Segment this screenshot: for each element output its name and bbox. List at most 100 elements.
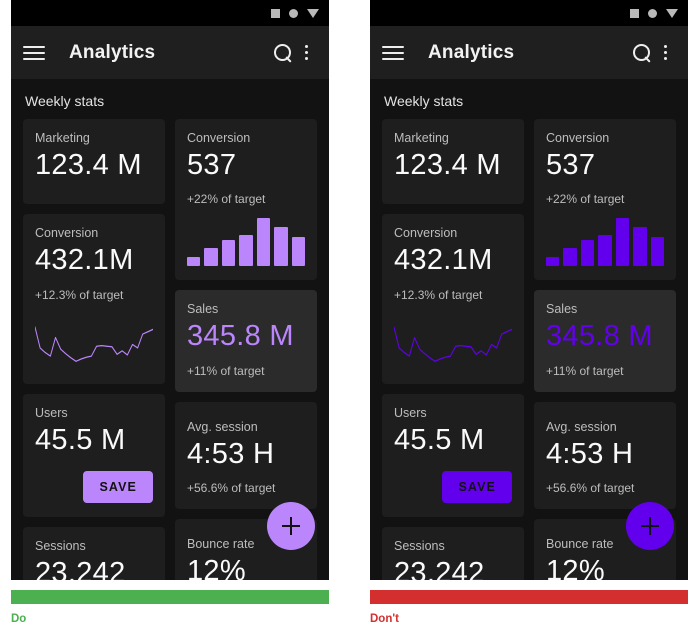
card-value: 23,242 [394,557,485,580]
bar-chart-bar [221,240,236,267]
card-sales: Sales 345.8 M +11% of target [534,290,676,392]
hamburger-menu-icon[interactable] [23,45,45,60]
bar-chart-bar [615,218,630,267]
verdict-bar [370,590,688,604]
card-users: Users 45.5 M SAVE [382,393,524,518]
card-value: 12% [187,555,246,580]
bar-chart-bar [598,234,612,267]
card-label: Users [35,405,68,420]
save-button[interactable]: SAVE [442,471,512,504]
card-conversion_l: Conversion 432.1M +12.3% of target [382,214,524,384]
plus-icon [641,517,659,535]
card-label: Avg. session [187,419,258,434]
card-subtext: +22% of target [187,192,266,207]
app-bar: Analytics [370,26,688,79]
comparison-board: Analytics Weekly stats Marketing 123.4 M Con… [0,0,698,640]
status-bar [11,0,329,26]
card-value: 537 [187,149,237,181]
phone-screen: Analytics Weekly stats Marketing 123.4 M Con… [370,0,688,580]
card-label: Sales [546,302,578,317]
circle-icon [648,8,657,18]
card-marketing: Marketing 123.4 M [382,119,524,205]
search-icon[interactable] [630,41,654,65]
card-label: Conversion [187,131,251,145]
phone-panel-dont: Analytics Weekly stats Marketing 123.4 M Con… [370,0,698,625]
bar-chart-bar [204,248,218,267]
square-icon [630,8,639,18]
card-subtext: +12.3% of target [35,287,124,302]
save-button[interactable]: SAVE [83,471,153,504]
bar-chart-bar [239,234,253,267]
triangle-down-icon [666,8,678,18]
app-bar: Analytics [11,26,329,79]
card-value: 123.4 M [35,149,142,181]
card-value: 4:53 H [546,437,634,470]
card-value: 4:53 H [187,437,275,470]
card-label: Sessions [35,539,86,554]
card-value: 12% [546,555,605,580]
circle-icon [289,8,298,18]
card-sales: Sales 345.8 M +11% of target [175,290,317,392]
status-bar [370,0,688,26]
save-button-row: SAVE [35,471,153,504]
card-label: Conversion [35,226,99,241]
card-marketing: Marketing 123.4 M [23,119,165,205]
card-label: Sessions [394,539,445,554]
card-value: 432.1M [35,244,134,277]
bar-chart [546,218,664,267]
phone-panel-do: Analytics Weekly stats Marketing 123.4 M Con… [11,0,349,625]
bar-chart-bar [580,240,595,267]
bar-chart-bar [274,226,288,267]
triangle-down-icon [307,8,319,18]
card-label: Sales [187,302,219,317]
add-fab-button[interactable] [626,502,674,550]
card-label: Marketing [394,131,449,145]
line-chart [35,312,153,370]
more-vertical-icon[interactable] [295,41,317,65]
card-value: 432.1M [394,244,493,277]
page-title: Analytics [69,41,156,63]
phone-screen: Analytics Weekly stats Marketing 123.4 M Con… [11,0,329,580]
line-chart [394,312,512,370]
card-value: 123.4 M [394,149,501,181]
hamburger-menu-icon[interactable] [382,45,404,60]
card-sessions: Sessions 23,242 [382,527,524,580]
card-label: Marketing [35,131,90,145]
add-fab-button[interactable] [267,502,315,550]
card-value: 537 [546,149,596,181]
card-subtext: +12.3% of target [394,287,483,302]
section-title: Weekly stats [384,93,464,109]
verdict-bar [11,590,329,604]
card-value: 45.5 M [394,423,485,456]
card-subtext: +56.6% of target [546,481,635,496]
card-label: Conversion [394,226,458,241]
card-subtext: +22% of target [546,192,625,207]
card-value: 345.8 M [546,320,653,353]
card-conversion_r: Conversion 537 +22% of target [175,119,317,281]
card-value: 345.8 M [187,320,294,353]
page-title: Analytics [428,41,515,63]
card-avg_session: Avg. session 4:53 H +56.6% of target [534,401,676,510]
plus-icon [282,517,300,535]
card-subtext: +56.6% of target [187,481,276,496]
card-subtext: +11% of target [546,363,624,378]
bar-chart [187,218,305,267]
search-icon[interactable] [271,41,295,65]
bar-chart-bar [650,236,664,267]
card-users: Users 45.5 M SAVE [23,393,165,518]
bar-chart-bar [633,226,647,267]
verdict-label: Don't [370,613,399,625]
bar-chart-bar [187,256,201,267]
bar-chart-bar [291,236,305,267]
card-label: Conversion [546,131,610,145]
card-sessions: Sessions 23,242 [23,527,165,580]
more-vertical-icon[interactable] [654,41,676,65]
bar-chart-bar [256,218,271,267]
card-conversion_l: Conversion 432.1M +12.3% of target [23,214,165,384]
square-icon [271,8,280,18]
card-label: Avg. session [546,419,617,434]
save-button-row: SAVE [394,471,512,504]
card-label: Users [394,405,427,420]
section-title: Weekly stats [25,93,105,109]
bar-chart-bar [563,248,577,267]
